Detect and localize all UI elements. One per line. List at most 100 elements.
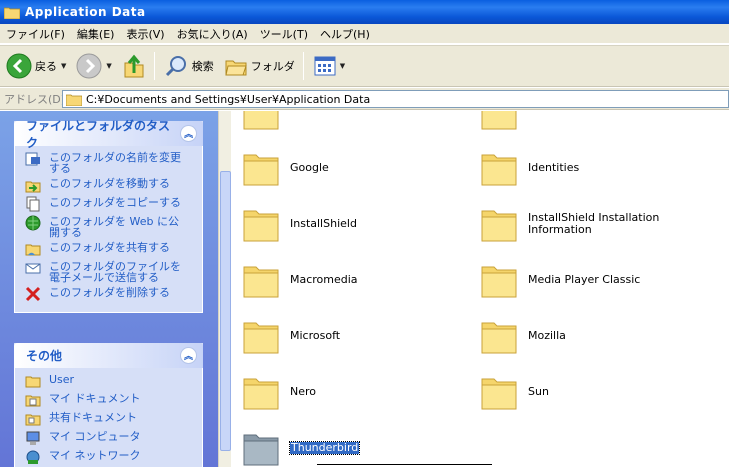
folder-icon — [481, 378, 517, 410]
back-arrow-icon — [6, 53, 32, 79]
other-place-link-0[interactable]: User — [25, 374, 196, 389]
folder-item[interactable]: InstallShield Installation Information — [480, 205, 668, 243]
task-pane: ファイルとフォルダのタスク ︽ このフォルダの名前を変更するこのフォルダを移動す… — [0, 111, 218, 467]
folder-icon — [25, 376, 41, 388]
menu-edit[interactable]: 編集(E) — [71, 26, 121, 42]
folder-item[interactable]: Microsoft — [242, 317, 340, 355]
back-label: 戻る — [35, 60, 57, 73]
folders-button[interactable]: フォルダ — [220, 50, 299, 82]
task-link-label: このフォルダの名前を変更する — [49, 151, 181, 175]
folder-name: Thunderbird — [288, 441, 361, 455]
other-place-link-label: 共有ドキュメント — [49, 411, 137, 424]
folder-icon — [4, 7, 20, 19]
rename-icon — [25, 152, 40, 166]
folder-icon — [243, 322, 279, 354]
folder-item[interactable]: Google — [242, 149, 329, 187]
other-place-link-label: マイ ドキュメント — [49, 392, 141, 405]
forward-dropdown-icon[interactable]: ▼ — [106, 62, 111, 70]
folder-icon — [243, 210, 279, 242]
other-places-panel: その他 ︽ User マイ ドキュメント 共有ドキュメントマイ コンピュータ マイ ネ… — [14, 343, 203, 467]
folder-name: Microsoft — [290, 329, 341, 342]
search-button[interactable]: 検索 — [161, 50, 218, 82]
my-computer-icon — [26, 431, 40, 445]
title-bar[interactable]: Application Data — [0, 0, 729, 24]
folder-item[interactable]: Mozilla — [480, 317, 566, 355]
toolbar-separator — [302, 52, 304, 80]
folder-item[interactable] — [480, 111, 528, 131]
folder-name: Google — [290, 161, 329, 174]
folders-icon — [225, 60, 247, 76]
task-link-label: このフォルダを Web に公開する — [49, 215, 179, 239]
task-link-0[interactable]: このフォルダの名前を変更する — [25, 152, 196, 174]
folder-icon — [243, 266, 279, 298]
address-bar: アドレス(D) C:¥Documents and Settings¥User¥A… — [0, 88, 729, 110]
folder-name: Identities — [528, 161, 580, 174]
move-icon — [25, 181, 41, 193]
task-link-3[interactable]: このフォルダを Web に公開する — [25, 215, 196, 239]
tasks-list: このフォルダの名前を変更する このフォルダを移動する このフォルダをコピーする このフ… — [14, 146, 203, 313]
views-icon — [314, 56, 336, 76]
delete-icon — [25, 286, 41, 302]
other-place-link-4[interactable]: マイ ネットワーク — [25, 450, 196, 465]
folder-icon — [66, 94, 82, 106]
folder-name: Nero — [290, 385, 317, 398]
address-label: アドレス(D) — [4, 92, 66, 106]
folder-name: Macromedia — [290, 273, 358, 286]
toolbar: 戻る ▼ ▼ 検索 フォルダ ▼ — [0, 45, 729, 87]
forward-button[interactable]: ▼ — [72, 50, 115, 82]
task-link-5[interactable]: このフォルダのファイルを電子メールで送信する — [25, 261, 196, 283]
folder-icon — [481, 266, 517, 298]
my-documents-icon — [25, 395, 41, 407]
folder-item[interactable]: Sun — [480, 373, 549, 411]
copy-icon — [26, 196, 40, 212]
folder-name: Sun — [528, 385, 549, 398]
panel-title: その他 — [26, 349, 63, 363]
collapse-icon[interactable]: ︽ — [180, 125, 197, 142]
folder-item[interactable]: InstallShield — [242, 205, 357, 243]
folder-icon — [481, 210, 517, 242]
other-place-link-label: User — [49, 373, 75, 386]
folder-icon — [481, 154, 517, 186]
task-link-1[interactable]: このフォルダを移動する — [25, 178, 196, 193]
address-input[interactable]: C:¥Documents and Settings¥User¥Applicati… — [62, 90, 729, 108]
task-link-6[interactable]: このフォルダを削除する — [25, 286, 196, 302]
up-button[interactable] — [118, 50, 150, 82]
menu-view[interactable]: 表示(V) — [120, 26, 170, 42]
task-link-label: このフォルダのファイルを電子メールで送信する — [49, 260, 181, 284]
folder-item[interactable]: Nero — [242, 373, 316, 411]
back-button[interactable]: 戻る ▼ — [2, 50, 70, 82]
menu-file[interactable]: ファイル(F) — [0, 26, 71, 42]
menu-help[interactable]: ヘルプ(H) — [314, 26, 376, 42]
folder-item[interactable]: Macromedia — [242, 261, 358, 299]
share-icon — [25, 244, 41, 256]
views-button[interactable]: ▼ — [310, 50, 349, 82]
other-places-header[interactable]: その他 ︽ — [14, 343, 203, 368]
scrollbar-thumb[interactable] — [220, 171, 231, 451]
folder-icon — [243, 111, 279, 130]
email-icon — [25, 263, 41, 274]
window-title: Application Data — [25, 5, 146, 19]
search-label: 検索 — [191, 60, 214, 73]
other-places-list: User マイ ドキュメント 共有ドキュメントマイ コンピュータ マイ ネットワーク — [14, 368, 203, 467]
menu-favorites[interactable]: お気に入り(A) — [171, 26, 254, 42]
folder-item[interactable]: Media Player Classic — [480, 261, 640, 299]
views-dropdown-icon[interactable]: ▼ — [340, 62, 345, 70]
pane-scrollbar[interactable] — [218, 111, 231, 467]
file-folder-tasks-panel: ファイルとフォルダのタスク ︽ このフォルダの名前を変更するこのフォルダを移動す… — [14, 119, 203, 313]
panel-title: ファイルとフォルダのタスク — [26, 118, 171, 150]
folder-item[interactable]: Thunderbird — [242, 429, 361, 467]
back-dropdown-icon[interactable]: ▼ — [61, 62, 66, 70]
folder-name: InstallShield — [290, 217, 357, 230]
other-place-link-2[interactable]: 共有ドキュメント — [25, 412, 196, 427]
collapse-icon[interactable]: ︽ — [180, 347, 197, 364]
task-link-4[interactable]: このフォルダを共有する — [25, 242, 196, 257]
folder-item[interactable] — [242, 111, 290, 131]
file-folder-tasks-header[interactable]: ファイルとフォルダのタスク ︽ — [14, 119, 203, 150]
folder-item[interactable]: Identities — [480, 149, 579, 187]
my-network-icon — [26, 450, 40, 464]
task-link-2[interactable]: このフォルダをコピーする — [25, 196, 196, 212]
other-place-link-1[interactable]: マイ ドキュメント — [25, 393, 196, 408]
search-icon — [165, 56, 186, 77]
menu-tools[interactable]: ツール(T) — [254, 26, 314, 42]
other-place-link-3[interactable]: マイ コンピュータ — [25, 431, 196, 446]
